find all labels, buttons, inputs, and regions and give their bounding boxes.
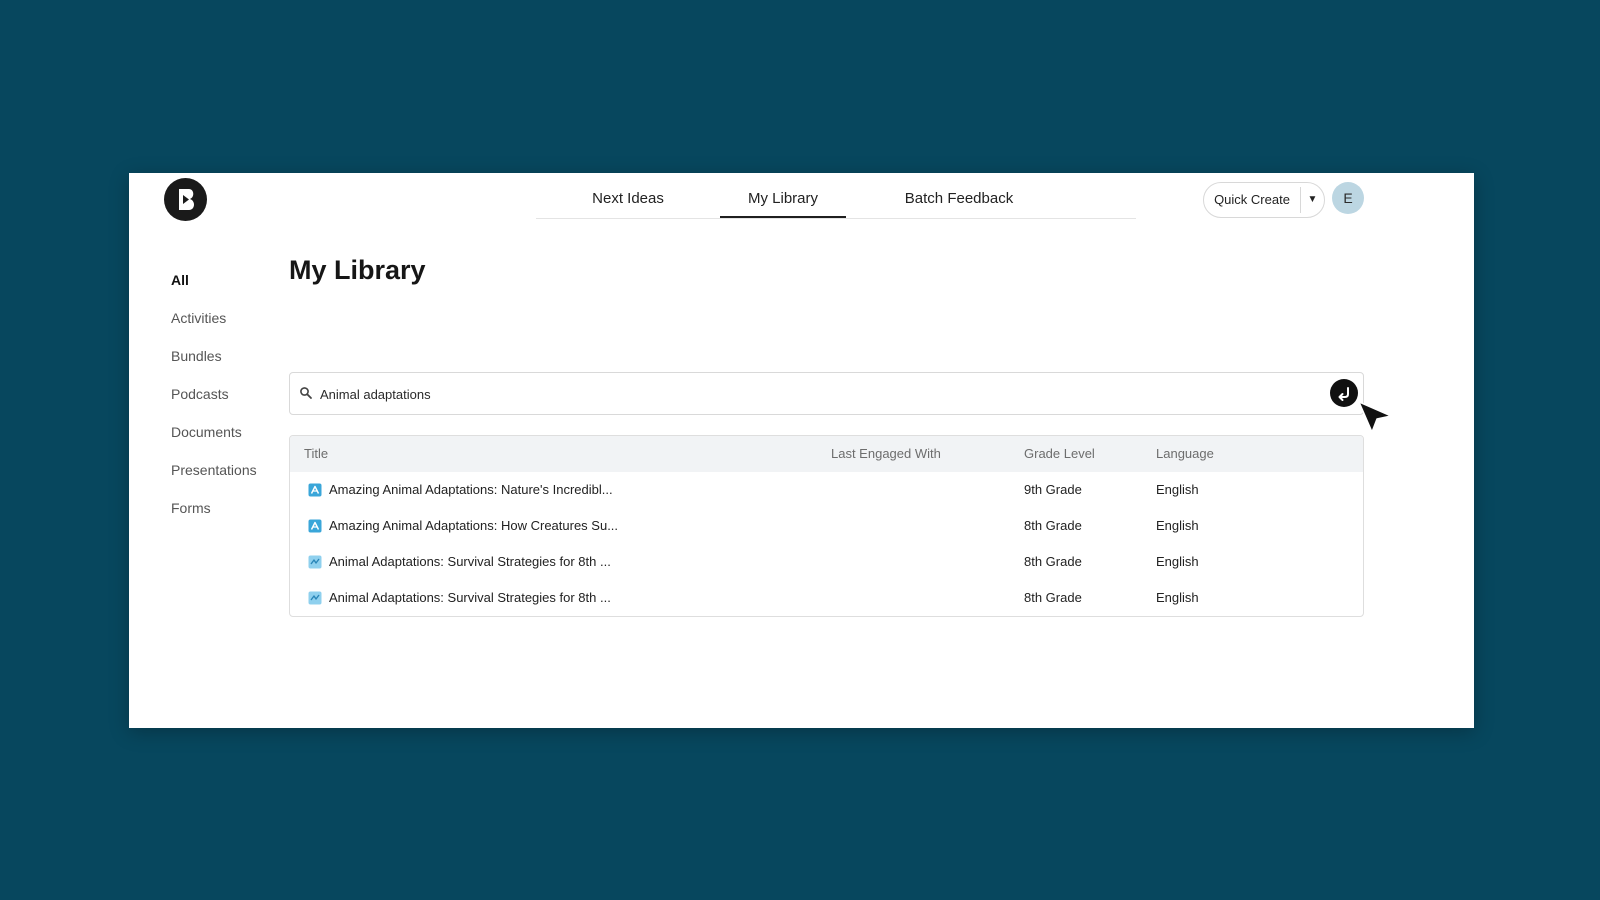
table-row[interactable]: Animal Adaptations: Survival Strategies …: [290, 580, 1363, 616]
table-row[interactable]: Animal Adaptations: Survival Strategies …: [290, 544, 1363, 580]
avatar[interactable]: E: [1332, 182, 1364, 214]
tab-next-ideas[interactable]: Next Ideas: [564, 173, 692, 217]
quick-create-button-group: Quick Create ▼: [1203, 182, 1325, 218]
row-grade-level: 8th Grade: [1024, 590, 1082, 605]
enter-arrow-icon: [1338, 387, 1349, 401]
quick-create-button[interactable]: Quick Create: [1204, 183, 1300, 217]
column-header-last-engaged[interactable]: Last Engaged With: [831, 436, 941, 472]
row-language: English: [1156, 590, 1199, 605]
presentation-icon: [308, 591, 322, 605]
activity-icon: [308, 519, 322, 533]
column-header-language[interactable]: Language: [1156, 436, 1214, 472]
tab-my-library[interactable]: My Library: [720, 173, 846, 218]
tab-batch-feedback[interactable]: Batch Feedback: [874, 173, 1044, 217]
row-language: English: [1156, 482, 1199, 497]
column-header-grade-level[interactable]: Grade Level: [1024, 436, 1095, 472]
sidebar-item-podcasts[interactable]: Podcasts: [171, 375, 291, 413]
table-header: Title Last Engaged With Grade Level Lang…: [290, 436, 1363, 472]
sidebar-item-bundles[interactable]: Bundles: [171, 337, 291, 375]
row-title[interactable]: Animal Adaptations: Survival Strategies …: [329, 580, 611, 616]
sidebar-item-all[interactable]: All: [171, 261, 291, 299]
sidebar-item-forms[interactable]: Forms: [171, 489, 291, 527]
presentation-icon: [308, 555, 322, 569]
row-grade-level: 8th Grade: [1024, 554, 1082, 569]
column-header-title[interactable]: Title: [304, 436, 328, 472]
brand-logo-icon[interactable]: [164, 178, 207, 221]
sidebar-item-presentations[interactable]: Presentations: [171, 451, 291, 489]
row-title[interactable]: Amazing Animal Adaptations: How Creature…: [329, 508, 618, 544]
caret-down-icon[interactable]: ▼: [1301, 183, 1324, 217]
search-submit-button[interactable]: [1330, 379, 1358, 407]
table-row[interactable]: Amazing Animal Adaptations: Nature's Inc…: [290, 472, 1363, 508]
table-row[interactable]: Amazing Animal Adaptations: How Creature…: [290, 508, 1363, 544]
results-table: Title Last Engaged With Grade Level Lang…: [289, 435, 1364, 617]
search-box: [289, 372, 1364, 415]
activity-icon: [308, 483, 322, 497]
row-title[interactable]: Amazing Animal Adaptations: Nature's Inc…: [329, 472, 613, 508]
mouse-pointer-icon: [1358, 401, 1392, 433]
top-nav-tabs: Next Ideas My Library Batch Feedback: [536, 173, 1136, 219]
row-grade-level: 9th Grade: [1024, 482, 1082, 497]
sidebar-item-activities[interactable]: Activities: [171, 299, 291, 337]
sidebar: All Activities Bundles Podcasts Document…: [171, 261, 291, 527]
row-language: English: [1156, 518, 1199, 533]
search-icon: [300, 387, 312, 399]
row-grade-level: 8th Grade: [1024, 518, 1082, 533]
row-title[interactable]: Animal Adaptations: Survival Strategies …: [329, 544, 611, 580]
page-title: My Library: [289, 255, 426, 285]
sidebar-item-documents[interactable]: Documents: [171, 413, 291, 451]
row-language: English: [1156, 554, 1199, 569]
app-window: Next Ideas My Library Batch Feedback Qui…: [129, 173, 1474, 728]
search-input[interactable]: [318, 383, 1282, 405]
